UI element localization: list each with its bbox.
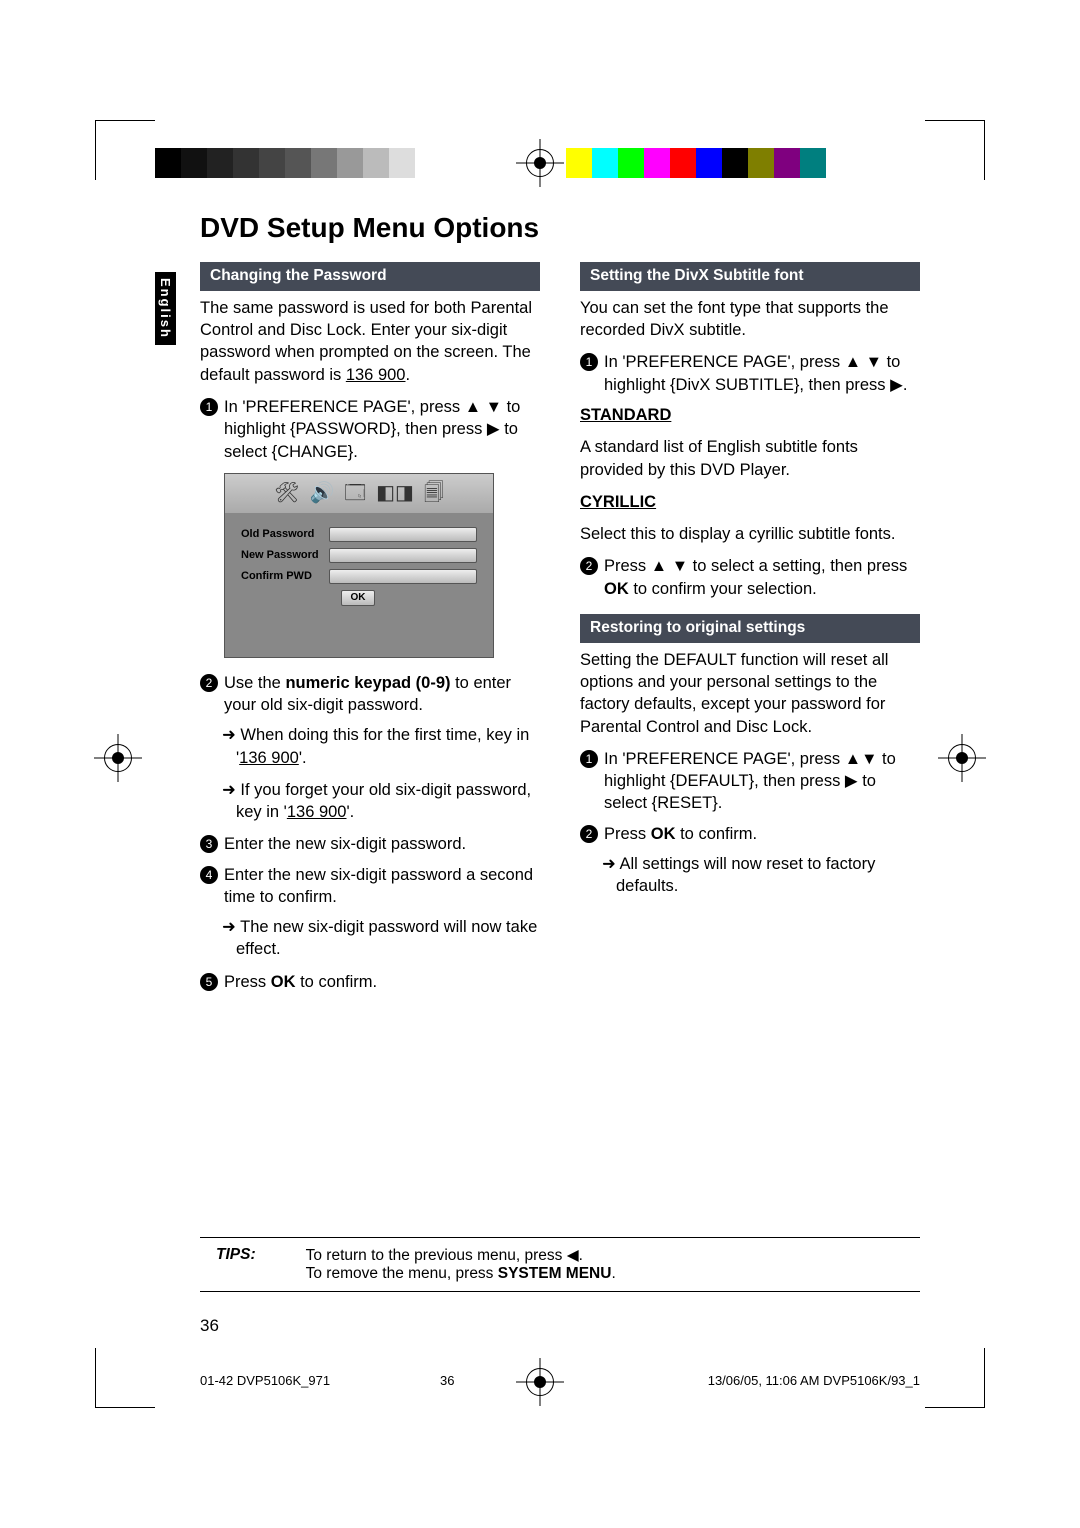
section-heading: Restoring to original settings: [580, 614, 920, 643]
swatch: [566, 148, 592, 178]
left-column: Changing the Password The same password …: [200, 262, 540, 1001]
step: 2 Press OK to confirm.: [580, 823, 920, 845]
old-password-field: [329, 527, 477, 542]
sub-step: The new six-digit password will now take…: [200, 916, 540, 961]
page-title: DVD Setup Menu Options: [200, 212, 920, 244]
swatch: [389, 148, 415, 178]
step-bullet-icon: 1: [200, 398, 218, 416]
right-column: Setting the DivX Subtitle font You can s…: [580, 262, 920, 1001]
crop-mark: [95, 120, 155, 180]
print-footer: 01-42 DVP5106K_971 36 13/06/05, 11:06 AM…: [200, 1373, 920, 1388]
step: 1 In 'PREFERENCE PAGE', press to highlig…: [200, 396, 540, 463]
sub-step: When doing this for the first time, key …: [200, 724, 540, 769]
swatch: [696, 148, 722, 178]
swatch: [644, 148, 670, 178]
registration-mark-icon: [100, 740, 136, 776]
swatch: [363, 148, 389, 178]
crop-mark: [925, 120, 985, 180]
step-bullet-icon: 4: [200, 866, 218, 884]
body-text: A standard list of English subtitle font…: [580, 436, 920, 481]
page-number: 36: [200, 1316, 219, 1336]
body-text: Select this to display a cyrillic subtit…: [580, 523, 920, 545]
step: 2 Use the numeric keypad (0-9) to enter …: [200, 672, 540, 717]
swatch: [207, 148, 233, 178]
step-bullet-icon: 2: [580, 825, 598, 843]
language-tab: English: [155, 272, 176, 345]
confirm-password-field: [329, 569, 477, 584]
footer-right: 13/06/05, 11:06 AM DVP5106K/93_1: [708, 1373, 920, 1388]
intro-text: The same password is used for both Paren…: [200, 297, 540, 386]
step-bullet-icon: 1: [580, 750, 598, 768]
swatch: [618, 148, 644, 178]
swatch: [181, 148, 207, 178]
new-password-field: [329, 548, 477, 563]
tips-label: TIPS:: [200, 1246, 306, 1264]
registration-mark-icon: [522, 145, 558, 181]
registration-mark-icon: [944, 740, 980, 776]
speaker-icon: 🔊: [310, 480, 335, 507]
subheading: STANDARD: [580, 404, 920, 426]
crop-mark: [95, 1348, 155, 1408]
body-text: Setting the DEFAULT function will reset …: [580, 649, 920, 738]
swatch: [774, 148, 800, 178]
new-password-label: New Password: [241, 548, 323, 563]
color-bar: [540, 148, 826, 178]
step-bullet-icon: 2: [200, 674, 218, 692]
swatch: [285, 148, 311, 178]
step-bullet-icon: 5: [200, 973, 218, 991]
step: 2 Press to select a setting, then press …: [580, 555, 920, 600]
step-bullet-icon: 2: [580, 557, 598, 575]
swatch: [415, 148, 441, 178]
grayscale-bar: [155, 148, 441, 178]
password-dialog-screenshot: 🛠 🔊 🗔 ◧◨ 🗐 Old Password New Password Con…: [224, 473, 494, 658]
step: 1 In 'PREFERENCE PAGE', press to highlig…: [580, 351, 920, 396]
swatch: [592, 148, 618, 178]
section-heading: Setting the DivX Subtitle font: [580, 262, 920, 291]
swatch: [670, 148, 696, 178]
swatch: [311, 148, 337, 178]
section-heading: Changing the Password: [200, 262, 540, 291]
step-bullet-icon: 3: [200, 835, 218, 853]
subheading: CYRILLIC: [580, 491, 920, 513]
body-text: You can set the font type that supports …: [580, 297, 920, 342]
sub-step: All settings will now reset to factory d…: [580, 853, 920, 898]
step-bullet-icon: 1: [580, 353, 598, 371]
confirm-password-label: Confirm PWD: [241, 569, 323, 584]
video-icon: 🗔: [344, 480, 366, 507]
swatch: [722, 148, 748, 178]
swatch: [259, 148, 285, 178]
ui-tab-icons: 🛠 🔊 🗔 ◧◨ 🗐: [225, 474, 493, 513]
footer-left: 01-42 DVP5106K_971: [200, 1373, 330, 1388]
sub-step: If you forget your old six-digit passwor…: [200, 779, 540, 824]
step: 1 In 'PREFERENCE PAGE', press to highlig…: [580, 748, 920, 815]
page-content: DVD Setup Menu Options Changing the Pass…: [200, 212, 920, 1348]
misc-icon: ◧◨: [376, 480, 414, 507]
crop-mark: [925, 1348, 985, 1408]
swatch: [155, 148, 181, 178]
step: 5 Press OK to confirm.: [200, 971, 540, 993]
swatch: [800, 148, 826, 178]
swatch: [233, 148, 259, 178]
swatch: [337, 148, 363, 178]
step: 3 Enter the new six-digit password.: [200, 833, 540, 855]
old-password-label: Old Password: [241, 527, 323, 542]
wrench-icon: 🛠: [274, 480, 299, 507]
swatch: [748, 148, 774, 178]
footer-page: 36: [440, 1373, 454, 1388]
ok-button: OK: [341, 590, 375, 606]
tips-box: TIPS: To return to the previous menu, pr…: [200, 1237, 920, 1292]
step: 4 Enter the new six-digit password a sec…: [200, 864, 540, 909]
preference-icon: 🗐: [424, 480, 444, 507]
